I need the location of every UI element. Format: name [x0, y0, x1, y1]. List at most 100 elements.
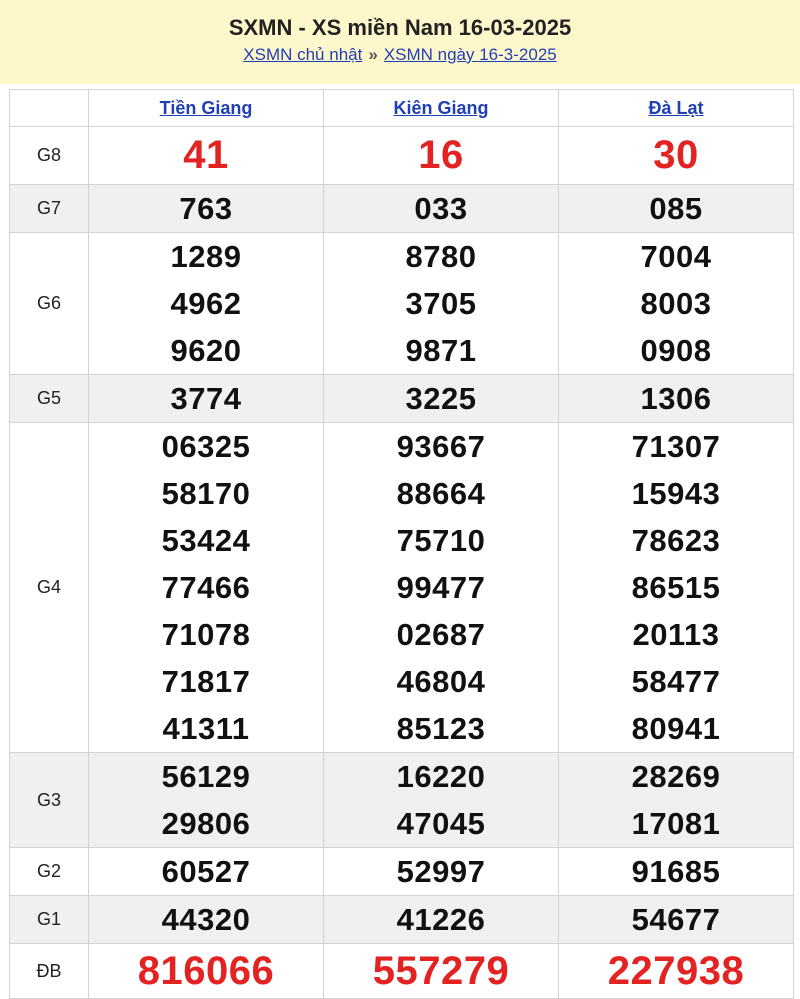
prize-label: G3	[9, 752, 89, 848]
result-number: 0908	[640, 333, 712, 368]
prize-row-g4: G4 06325 58170 53424 77466 71078 71817 41311 936…	[9, 422, 794, 753]
result-number: 16220	[396, 759, 486, 794]
result-cell: 91685	[558, 847, 794, 896]
prize-label: G7	[9, 184, 89, 233]
result-number: 41311	[162, 711, 250, 746]
result-cell: 8780 3705 9871	[323, 232, 559, 375]
result-number: 06325	[161, 429, 251, 464]
result-number: 557279	[372, 949, 510, 993]
province-link-da-lat[interactable]: Đà Lạt	[648, 98, 703, 118]
province-link-kien-giang[interactable]: Kiên Giang	[393, 98, 488, 118]
result-number: 29806	[161, 806, 251, 841]
result-number: 1289	[170, 239, 242, 274]
result-number: 60527	[161, 854, 251, 889]
result-number: 9871	[405, 333, 477, 368]
result-cell: 816066	[88, 943, 324, 999]
result-number: 93667	[396, 429, 486, 464]
result-number: 085	[649, 191, 703, 226]
result-number: 7004	[640, 239, 712, 274]
link-xsmn-weekday[interactable]: XSMN chủ nhật	[243, 45, 362, 64]
result-cell: 41226	[323, 895, 559, 944]
prize-label: G2	[9, 847, 89, 896]
result-number: 227938	[607, 949, 745, 993]
result-number: 53424	[161, 523, 251, 558]
result-number: 71307	[631, 429, 721, 464]
result-cell: 16220 47045	[323, 752, 559, 848]
result-number: 46804	[396, 664, 486, 699]
province-header-da-lat: Đà Lạt	[558, 89, 794, 127]
result-number: 75710	[396, 523, 486, 558]
result-cell: 1289 4962 9620	[88, 232, 324, 375]
result-cell: 52997	[323, 847, 559, 896]
result-number: 58170	[161, 476, 251, 511]
result-number: 1306	[640, 381, 712, 416]
result-number: 52997	[396, 854, 486, 889]
result-number: 77466	[161, 570, 251, 605]
result-number: 763	[179, 191, 233, 226]
result-number: 3225	[405, 381, 477, 416]
result-number: 8003	[640, 286, 712, 321]
result-cell: 60527	[88, 847, 324, 896]
prize-row-g3: G3 56129 29806 16220 47045 28269 17081	[9, 752, 794, 848]
result-number: 44320	[161, 902, 251, 937]
result-cell: 3225	[323, 374, 559, 423]
result-cell: 71307 15943 78623 86515 20113 58477 80941	[558, 422, 794, 753]
prize-label: ĐB	[9, 943, 89, 999]
result-number: 41226	[396, 902, 486, 937]
page-title: SXMN - XS miền Nam 16-03-2025	[228, 15, 572, 40]
result-number: 30	[653, 133, 699, 177]
prize-row-g8: G8 41 16 30	[9, 126, 794, 185]
province-link-tien-giang[interactable]: Tiền Giang	[160, 98, 253, 118]
result-number: 99477	[396, 570, 486, 605]
result-cell: 41	[88, 126, 324, 185]
prize-label: G6	[9, 232, 89, 375]
result-number: 56129	[161, 759, 251, 794]
result-cell: 763	[88, 184, 324, 233]
result-number: 80941	[631, 711, 721, 746]
result-number: 4962	[170, 286, 242, 321]
result-number: 02687	[396, 617, 486, 652]
result-cell: 06325 58170 53424 77466 71078 71817 41311	[88, 422, 324, 753]
result-cell: 085	[558, 184, 794, 233]
result-number: 88664	[396, 476, 486, 511]
breadcrumb-separator: »	[368, 45, 378, 64]
result-number: 8780	[405, 239, 477, 274]
results-body: G8 41 16 30 G7 763 033 085 G6 1289 4962 9620 8780 370…	[9, 126, 794, 999]
province-header-kien-giang: Kiên Giang	[323, 89, 559, 127]
result-cell: 93667 88664 75710 99477 02687 46804 85123	[323, 422, 559, 753]
prize-row-g6: G6 1289 4962 9620 8780 3705 9871 7004 8003 0908	[9, 232, 794, 375]
result-number: 54677	[631, 902, 721, 937]
result-number: 17081	[631, 806, 721, 841]
province-header-tien-giang: Tiền Giang	[88, 89, 324, 127]
result-number: 16	[418, 133, 464, 177]
result-number: 71817	[161, 664, 251, 699]
results-table: Tiền Giang Kiên Giang Đà Lạt G8 41 16 30 G7 7…	[9, 89, 794, 999]
prize-label: G5	[9, 374, 89, 423]
province-header-row: Tiền Giang Kiên Giang Đà Lạt	[9, 89, 794, 127]
result-number: 78623	[631, 523, 721, 558]
result-number: 58477	[631, 664, 721, 699]
result-cell: 1306	[558, 374, 794, 423]
result-cell: 227938	[558, 943, 794, 999]
result-number: 85123	[396, 711, 486, 746]
prize-row-db: ĐB 816066 557279 227938	[9, 943, 794, 999]
result-number: 47045	[396, 806, 486, 841]
result-number: 41	[183, 133, 229, 177]
prize-row-g7: G7 763 033 085	[9, 184, 794, 233]
prize-header-cell	[9, 89, 89, 127]
link-xsmn-date[interactable]: XSMN ngày 16-3-2025	[384, 45, 557, 64]
breadcrumb: XSMN chủ nhật » XSMN ngày 16-3-2025	[0, 43, 800, 67]
result-number: 91685	[631, 854, 721, 889]
result-number: 3774	[170, 381, 242, 416]
result-number: 28269	[631, 759, 721, 794]
result-cell: 28269 17081	[558, 752, 794, 848]
result-number: 86515	[631, 570, 721, 605]
result-cell: 033	[323, 184, 559, 233]
result-number: 71078	[161, 617, 251, 652]
result-cell: 7004 8003 0908	[558, 232, 794, 375]
result-number: 20113	[632, 617, 720, 652]
result-number: 15943	[631, 476, 721, 511]
result-number: 3705	[405, 286, 477, 321]
prize-label: G1	[9, 895, 89, 944]
result-cell: 54677	[558, 895, 794, 944]
